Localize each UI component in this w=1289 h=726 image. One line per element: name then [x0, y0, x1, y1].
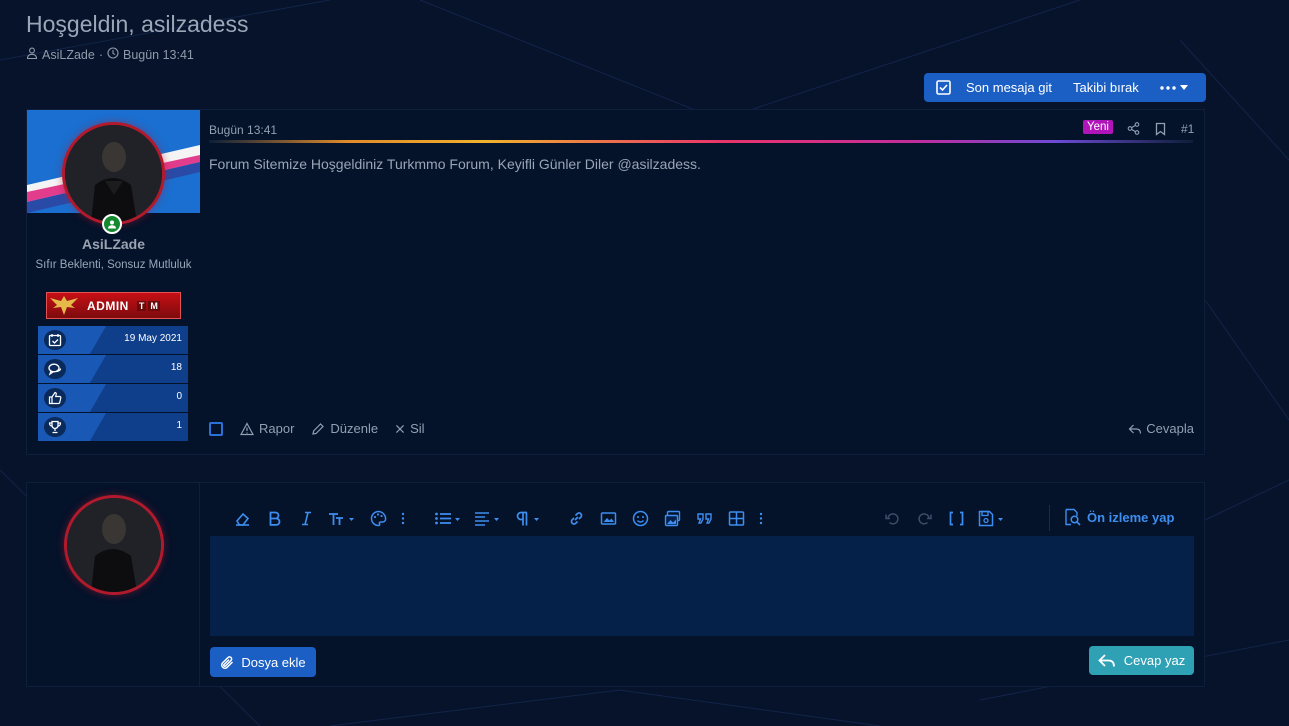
preview-label: Ön izleme yap [1087, 509, 1175, 525]
unfollow-button[interactable]: Takibi bırak [1073, 80, 1139, 95]
undo-icon[interactable] [882, 508, 902, 528]
save-draft-icon[interactable] [978, 508, 1006, 528]
post-header-divider [209, 140, 1193, 143]
post-reply-button[interactable]: Cevap yaz [1089, 646, 1194, 675]
editor-toolbar [232, 508, 1018, 528]
align-icon[interactable] [474, 508, 502, 528]
post-actions: Rapor Düzenle Sil [209, 421, 425, 436]
user-icon [26, 47, 38, 62]
post-reply-label: Cevap yaz [1123, 653, 1186, 668]
palette-icon[interactable] [368, 508, 388, 528]
stat-joined: 19 May 2021 [38, 326, 188, 354]
bold-icon[interactable] [264, 508, 284, 528]
user-stats: 19 May 2021 18 0 1 [38, 326, 188, 442]
more-vertical-icon-2[interactable] [758, 508, 764, 528]
tm-mark: T M [136, 300, 160, 311]
delete-button[interactable]: Sil [395, 421, 425, 436]
new-badge: Yeni [1083, 120, 1113, 134]
post-username[interactable]: AsiLZade [27, 236, 200, 252]
thread-action-bar: Son mesaja git Takibi bırak [924, 73, 1206, 102]
stat-joined-value: 19 May 2021 [124, 333, 182, 344]
toolbar-separator [1049, 505, 1050, 531]
thread-date-link[interactable]: Bugün 13:41 [123, 48, 194, 62]
user-title: Sıfır Beklenti, Sonsuz Mutluluk [35, 259, 192, 271]
reply-arrow-icon [1098, 653, 1115, 667]
delete-label: Sil [410, 421, 425, 436]
bookmark-icon[interactable] [1154, 122, 1167, 136]
online-status-icon [102, 214, 122, 234]
list-icon[interactable] [434, 508, 462, 528]
post-message: AsiLZade Sıfır Beklenti, Sonsuz Mutluluk… [26, 109, 1205, 455]
caret-down-icon [1179, 85, 1188, 90]
pencil-icon [312, 422, 325, 435]
close-icon [396, 424, 405, 433]
share-icon[interactable] [1127, 122, 1140, 135]
smiley-icon[interactable] [630, 508, 650, 528]
reply-button[interactable]: Cevapla [1128, 421, 1194, 436]
stat-trophies-value: 1 [176, 420, 182, 431]
quote-icon[interactable] [694, 508, 714, 528]
report-button[interactable]: Rapor [240, 421, 294, 436]
tm-mark-m: M [148, 300, 160, 311]
link-icon[interactable] [566, 508, 586, 528]
admin-badge: ADMIN T M [46, 292, 181, 319]
report-label: Rapor [259, 421, 295, 436]
stat-likes: 0 [38, 384, 188, 412]
more-options-button[interactable] [1160, 85, 1188, 90]
select-post-checkbox[interactable] [209, 421, 223, 436]
attach-files-label: Dosya ekle [241, 654, 306, 670]
quick-reply-editor: Ön izleme yap Dosya ekle Cevap yaz [26, 482, 1205, 687]
comments-icon [44, 359, 66, 379]
stat-likes-value: 0 [176, 391, 182, 402]
redo-icon[interactable] [914, 508, 934, 528]
tm-mark-t: T [136, 300, 147, 311]
select-checkbox-icon[interactable] [936, 80, 951, 95]
reply-label: Cevapla [1146, 421, 1194, 436]
user-avatar[interactable] [62, 122, 165, 225]
paragraph-icon[interactable] [514, 508, 542, 528]
ellipsis-icon [1160, 85, 1176, 90]
post-number-link[interactable]: #1 [1181, 122, 1194, 136]
text-size-icon[interactable] [328, 508, 356, 528]
page-title: Hoşgeldin, asilzadess [26, 11, 249, 37]
post-body: Forum Sitemize Hoşgeldiniz Turkmmo Forum… [209, 156, 701, 172]
trophy-icon [44, 417, 66, 437]
meta-separator: · [98, 47, 103, 62]
more-vertical-icon[interactable] [400, 508, 406, 528]
table-icon[interactable] [726, 508, 746, 528]
paperclip-icon [221, 655, 234, 669]
message-textarea[interactable] [210, 536, 1194, 636]
reply-icon [1128, 424, 1142, 434]
clock-icon [107, 47, 119, 62]
thread-meta: AsiLZade · Bugün 13:41 [26, 47, 194, 62]
media-icon[interactable] [662, 508, 682, 528]
italic-icon[interactable] [296, 508, 316, 528]
admin-badge-label: ADMIN [87, 298, 129, 313]
stat-messages: 18 [38, 355, 188, 383]
bbcode-toggle-icon[interactable] [946, 508, 966, 528]
image-icon[interactable] [598, 508, 618, 528]
eagle-emblem-icon [47, 293, 81, 318]
warning-icon [240, 421, 254, 435]
last-message-button[interactable]: Son mesaja git [966, 80, 1052, 95]
stat-trophies: 1 [38, 413, 188, 441]
editor-avatar [64, 495, 164, 595]
edit-button[interactable]: Düzenle [311, 421, 378, 436]
stat-messages-value: 18 [170, 362, 182, 373]
preview-button[interactable]: Ön izleme yap [1063, 508, 1174, 526]
calendar-check-icon [44, 330, 66, 350]
attach-files-button[interactable]: Dosya ekle [210, 647, 316, 677]
post-date-link[interactable]: Bugün 13:41 [209, 123, 277, 137]
preview-search-icon [1065, 508, 1081, 526]
thumbs-up-icon [44, 388, 66, 408]
thread-author-link[interactable]: AsiLZade [42, 48, 95, 62]
edit-label: Düzenle [330, 421, 379, 436]
eraser-icon[interactable] [232, 508, 252, 528]
